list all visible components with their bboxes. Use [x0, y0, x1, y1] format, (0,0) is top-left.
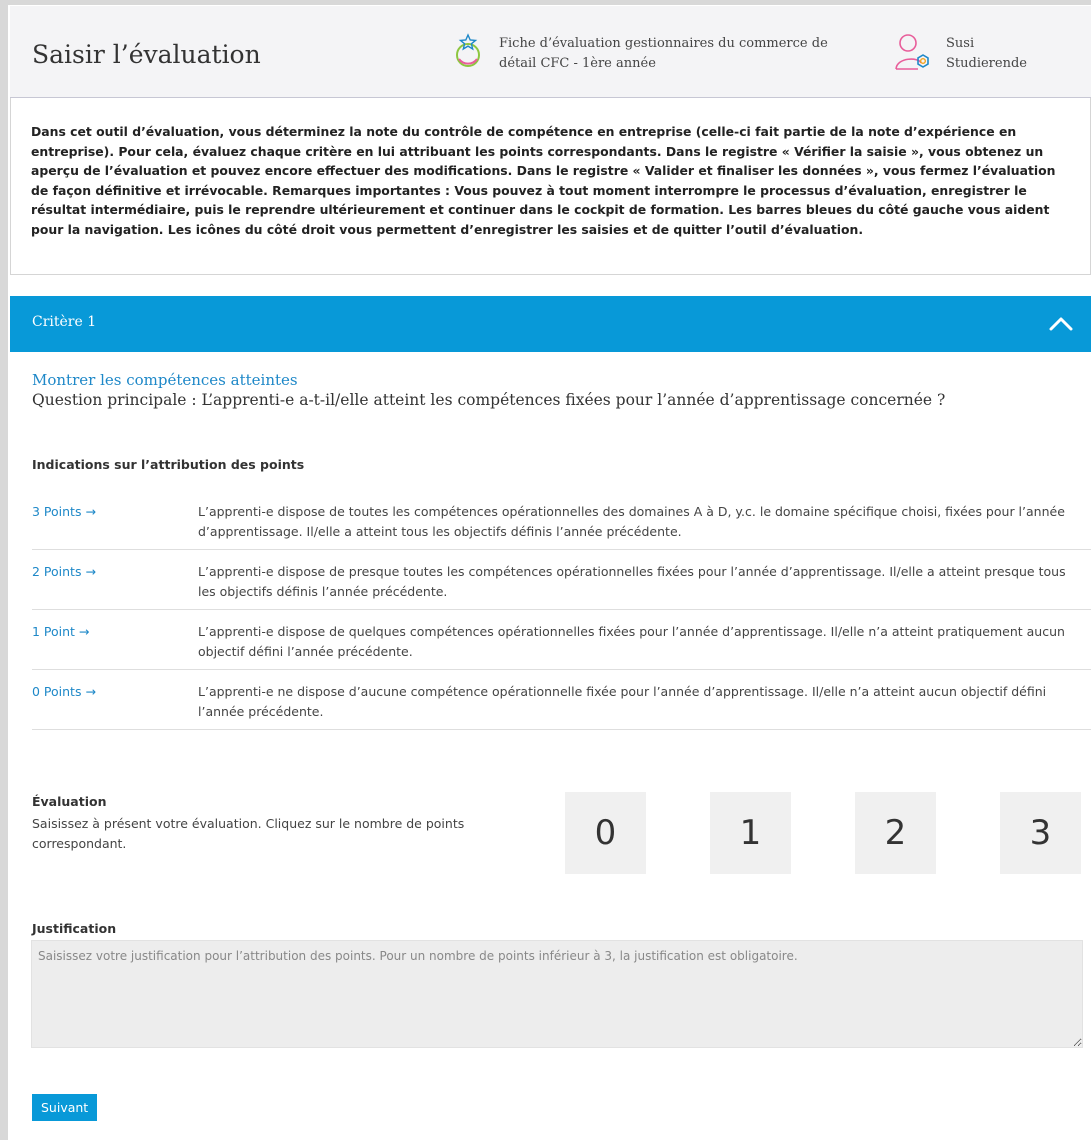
- user-first-name: Susi: [946, 36, 975, 51]
- score-button-3[interactable]: 3: [1000, 792, 1081, 874]
- main-question: Question principale : L’apprenti-e a-t-i…: [32, 391, 946, 409]
- points-link-3[interactable]: 3 Points →: [32, 502, 198, 549]
- points-row: 0 Points → L’apprenti-e ne dispose d’auc…: [32, 670, 1091, 730]
- user-last-name: Studierende: [946, 56, 1027, 71]
- points-link-1[interactable]: 1 Point →: [32, 622, 198, 669]
- user-settings-icon: [895, 34, 929, 70]
- criterion-header[interactable]: Critère 1: [10, 296, 1091, 352]
- points-row: 2 Points → L’apprenti-e dispose de presq…: [32, 550, 1091, 610]
- window-frame-top: [0, 0, 1091, 5]
- criterion-title: Critère 1: [32, 314, 97, 330]
- intro-text: Dans cet outil d’évaluation, vous déterm…: [31, 124, 1056, 237]
- competence-heading: Montrer les compétences atteintes: [32, 371, 298, 389]
- points-row: 1 Point → L’apprenti-e dispose de quelqu…: [32, 610, 1091, 670]
- score-button-2[interactable]: 2: [855, 792, 936, 874]
- points-description: L’apprenti-e dispose de toutes les compé…: [198, 504, 1065, 539]
- page-header: Saisir l’évaluation Fiche d’évaluation g…: [10, 6, 1091, 98]
- evaluation-sheet-name: Fiche d’évaluation gestionnaires du comm…: [499, 36, 828, 71]
- points-description: L’apprenti-e ne dispose d’aucune compéte…: [198, 684, 1047, 719]
- intro-panel: Dans cet outil d’évaluation, vous déterm…: [10, 98, 1091, 275]
- points-link-0[interactable]: 0 Points →: [32, 682, 198, 729]
- page-title: Saisir l’évaluation: [32, 40, 261, 69]
- evaluation-page: Saisir l’évaluation Fiche d’évaluation g…: [10, 6, 1091, 1140]
- window-frame-left: [0, 0, 8, 1140]
- points-guidelines-title: Indications sur l’attribution des points: [32, 457, 305, 472]
- justification-title: Justification: [32, 921, 117, 936]
- medal-star-icon: [456, 33, 480, 67]
- points-description: L’apprenti-e dispose de presque toutes l…: [198, 564, 1066, 599]
- justification-textarea[interactable]: [31, 940, 1083, 1048]
- score-button-1[interactable]: 1: [710, 792, 791, 874]
- points-row: 3 Points → L’apprenti-e dispose de toute…: [32, 490, 1091, 550]
- evaluation-description: Saisissez à présent votre évaluation. Cl…: [32, 816, 465, 851]
- evaluation-title: Évaluation: [32, 794, 107, 809]
- points-guidelines-table: 3 Points → L’apprenti-e dispose de toute…: [32, 490, 1091, 730]
- chevron-up-icon[interactable]: [1045, 308, 1077, 340]
- points-description: L’apprenti-e dispose de quelques compéte…: [198, 624, 1065, 659]
- points-link-2[interactable]: 2 Points →: [32, 562, 198, 609]
- user-name: Susi Studierende: [946, 34, 1027, 74]
- next-button[interactable]: Suivant: [32, 1094, 98, 1121]
- score-button-0[interactable]: 0: [565, 792, 646, 874]
